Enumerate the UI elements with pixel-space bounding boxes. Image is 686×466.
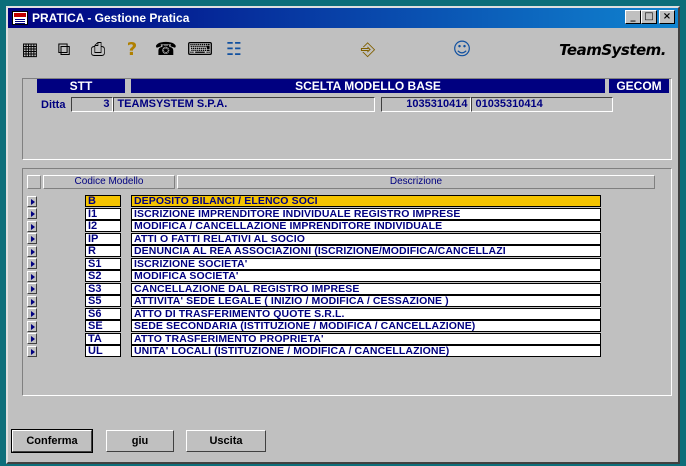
model-code-cell[interactable]: S1 bbox=[85, 257, 121, 270]
table-row[interactable]: B DEPOSITO BILANCI / ELENCO SOCI bbox=[27, 195, 601, 208]
toolbar: ▦ ⧉ ⎙ ? ☎ ⌨ ☷ ⎆ ☺ TeamSystem. bbox=[12, 32, 674, 66]
model-description-cell[interactable]: MODIFICA / CANCELLAZIONE IMPRENDITORE IN… bbox=[131, 220, 601, 233]
model-description-cell[interactable]: DEPOSITO BILANCI / ELENCO SOCI bbox=[131, 195, 601, 208]
row-selector-icon[interactable] bbox=[27, 320, 37, 332]
model-description-cell[interactable]: CANCELLAZIONE DAL REGISTRO IMPRESE bbox=[131, 282, 601, 295]
table-row[interactable]: UL UNITA' LOCALI (ISTITUZIONE / MODIFICA … bbox=[27, 345, 601, 358]
model-code-cell[interactable]: B bbox=[85, 195, 121, 208]
table-row[interactable]: S6 ATTO DI TRASFERIMENTO QUOTE S.R.L. bbox=[27, 307, 601, 321]
table-body: B DEPOSITO BILANCI / ELENCO SOCI I1 ISCRIZI… bbox=[27, 195, 601, 358]
model-description-cell[interactable]: SEDE SECONDARIA (ISTITUZIONE / MODIFICA … bbox=[131, 320, 601, 333]
table-row[interactable]: SE SEDE SECONDARIA (ISTITUZIONE / MODIFIC… bbox=[27, 320, 601, 333]
model-description-cell[interactable]: DENUNCIA AL REA ASSOCIAZIONI (ISCRIZIONE… bbox=[131, 245, 601, 258]
column-header-code[interactable]: Codice Modello bbox=[43, 175, 175, 189]
model-code-cell[interactable]: S3 bbox=[85, 282, 121, 295]
model-code-cell[interactable]: I1 bbox=[85, 207, 121, 220]
model-code-cell[interactable]: S5 bbox=[85, 295, 121, 308]
row-selector-icon[interactable] bbox=[27, 333, 37, 345]
search-text-icon[interactable]: ⧉ bbox=[52, 37, 76, 61]
model-description-cell[interactable]: ATTO TRASFERIMENTO PROPRIETA' bbox=[131, 332, 601, 345]
window-controls: _ □ × bbox=[625, 10, 675, 24]
model-description-cell[interactable]: ATTIVITA' SEDE LEGALE ( INIZIO / MODIFIC… bbox=[131, 295, 601, 308]
support-person-icon[interactable]: ☺ bbox=[450, 37, 474, 61]
row-selector-icon[interactable] bbox=[27, 295, 37, 307]
button-bar: Conferma giu Uscita bbox=[11, 429, 266, 453]
model-code-cell[interactable]: UL bbox=[85, 345, 121, 358]
table-row[interactable]: TA ATTO TRASFERIMENTO PROPRIETA' bbox=[27, 332, 601, 346]
help-icon[interactable]: ? bbox=[120, 37, 144, 61]
maximize-button[interactable]: □ bbox=[641, 10, 657, 24]
module-band: STT bbox=[37, 79, 125, 93]
model-description-cell[interactable]: ISCRIZIONE IMPRENDITORE INDIVIDUALE REGI… bbox=[131, 207, 601, 220]
row-selector-icon[interactable] bbox=[27, 345, 37, 357]
model-code-cell[interactable]: R bbox=[85, 245, 121, 258]
minimize-button[interactable]: _ bbox=[625, 10, 641, 24]
table-row[interactable]: S3 CANCELLAZIONE DAL REGISTRO IMPRESE bbox=[27, 282, 601, 296]
model-code-cell[interactable]: I2 bbox=[85, 220, 121, 233]
model-description-cell[interactable]: ISCRIZIONE SOCIETA' bbox=[131, 257, 601, 270]
close-button[interactable]: × bbox=[659, 10, 675, 24]
main-window: PRATICA - Gestione Pratica _ □ × ▦ ⧉ ⎙ ?… bbox=[6, 6, 680, 464]
model-code-cell[interactable]: SE bbox=[85, 320, 121, 333]
table-row[interactable]: S5 ATTIVITA' SEDE LEGALE ( INIZIO / MODIF… bbox=[27, 295, 601, 308]
model-code-cell[interactable]: IP bbox=[85, 232, 121, 245]
row-selector-icon[interactable] bbox=[27, 245, 37, 257]
row-selector-icon[interactable] bbox=[27, 233, 37, 245]
row-selector-icon[interactable] bbox=[27, 308, 37, 320]
header-selector bbox=[27, 175, 41, 189]
row-selector-icon[interactable] bbox=[27, 283, 37, 295]
model-description-cell[interactable]: MODIFICA SOCIETA' bbox=[131, 270, 601, 283]
row-selector-icon[interactable] bbox=[27, 258, 37, 270]
page-title: SCELTA MODELLO BASE bbox=[131, 79, 605, 93]
exit-button[interactable]: Uscita bbox=[186, 430, 266, 452]
title-bar[interactable]: PRATICA - Gestione Pratica _ □ × bbox=[8, 8, 678, 28]
table-row[interactable]: IP ATTI O FATTI RELATIVI AL SOCIO bbox=[27, 232, 601, 246]
row-selector-icon[interactable] bbox=[27, 220, 37, 232]
down-button[interactable]: giu bbox=[106, 430, 174, 452]
table-header: Codice Modello Descrizione bbox=[27, 175, 655, 189]
row-selector-icon[interactable] bbox=[27, 208, 37, 220]
model-table: Codice Modello Descrizione B DEPOSITO BIL… bbox=[22, 168, 672, 396]
keyboard-icon[interactable]: ⌨ bbox=[187, 37, 213, 61]
row-selector-icon[interactable] bbox=[27, 195, 37, 207]
model-description-cell[interactable]: ATTO DI TRASFERIMENTO QUOTE S.R.L. bbox=[131, 307, 601, 320]
table-row[interactable]: I1 ISCRIZIONE IMPRENDITORE INDIVIDUALE RE… bbox=[27, 207, 601, 221]
confirm-button[interactable]: Conferma bbox=[11, 429, 93, 453]
table-row[interactable]: S1 ISCRIZIONE SOCIETA' bbox=[27, 257, 601, 271]
ditta-vat-field[interactable]: 1035310414 bbox=[381, 97, 472, 112]
printer-icon[interactable]: ⎙ bbox=[86, 37, 110, 61]
phone-icon[interactable]: ☎ bbox=[154, 37, 178, 61]
table-row[interactable]: S2 MODIFICA SOCIETA' bbox=[27, 270, 601, 283]
ditta-name-field[interactable]: TEAMSYSTEM S.P.A. bbox=[113, 97, 376, 112]
exit-door-icon[interactable]: ⎆ bbox=[356, 37, 380, 61]
table-row[interactable]: I2 MODIFICA / CANCELLAZIONE IMPRENDITORE … bbox=[27, 220, 601, 233]
model-description-cell[interactable]: ATTI O FATTI RELATIVI AL SOCIO bbox=[131, 232, 601, 245]
model-code-cell[interactable]: S2 bbox=[85, 270, 121, 283]
ditta-fiscal-field[interactable]: 01035310414 bbox=[471, 97, 614, 112]
teamsystem-logo: TeamSystem. bbox=[559, 41, 666, 59]
row-selector-icon[interactable] bbox=[27, 270, 37, 282]
window-title: PRATICA - Gestione Pratica bbox=[32, 11, 190, 25]
model-code-cell[interactable]: S6 bbox=[85, 307, 121, 320]
ditta-row: Ditta 3 TEAMSYSTEM S.P.A. 1035310414 010… bbox=[41, 97, 614, 112]
product-band: GECOM bbox=[609, 79, 669, 93]
ditta-label: Ditta bbox=[41, 98, 66, 111]
app-icon bbox=[12, 11, 28, 25]
model-code-cell[interactable]: TA bbox=[85, 332, 121, 345]
calculator-icon[interactable]: ▦ bbox=[18, 37, 42, 61]
table-row[interactable]: R DENUNCIA AL REA ASSOCIAZIONI (ISCRIZION… bbox=[27, 245, 601, 258]
column-header-description[interactable]: Descrizione bbox=[177, 175, 655, 189]
network-icon[interactable]: ☷ bbox=[222, 37, 246, 61]
model-description-cell[interactable]: UNITA' LOCALI (ISTITUZIONE / MODIFICA / … bbox=[131, 345, 601, 358]
ditta-code-field[interactable]: 3 bbox=[71, 97, 114, 112]
header-panel: STT SCELTA MODELLO BASE GECOM Ditta 3 TE… bbox=[22, 78, 672, 160]
